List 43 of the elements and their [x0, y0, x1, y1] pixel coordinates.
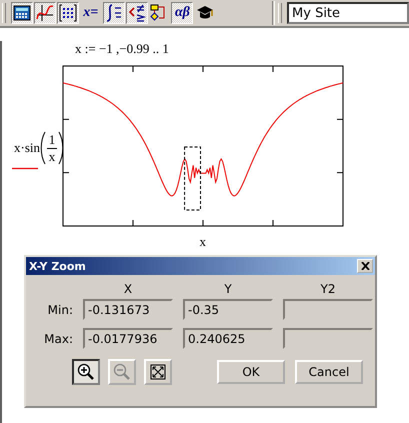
graduation-cap-icon — [196, 5, 214, 21]
range-definition: x := −1 ,−0.99 .. 1 — [75, 41, 170, 57]
zoom-in-icon — [77, 363, 95, 381]
x-axis-label: x — [200, 235, 206, 249]
legend-line-icon — [12, 167, 38, 170]
site-field[interactable]: My Site — [287, 2, 409, 24]
value-field[interactable]: -0.35 — [183, 299, 273, 320]
row-label: Max: — [43, 332, 73, 346]
boolean-toolbar-button[interactable] — [126, 2, 148, 24]
cancel-button[interactable]: Cancel — [295, 360, 363, 384]
column-header: X — [122, 283, 134, 295]
calculus-toolbar-button[interactable] — [102, 2, 125, 24]
zoom-in-button[interactable] — [72, 359, 100, 385]
fit-view-icon — [150, 364, 166, 380]
column-header: Y — [223, 283, 233, 295]
right-parenthesis-icon — [58, 131, 64, 165]
fraction-denominator: x — [48, 150, 56, 164]
ok-button[interactable]: OK — [217, 360, 285, 384]
trace-expression: x·sin — [14, 141, 40, 155]
close-button[interactable] — [357, 259, 373, 273]
zoom-out-icon — [113, 363, 131, 381]
comparison-icon — [128, 4, 146, 22]
value-field[interactable]: -0.131673 — [83, 299, 173, 320]
left-parenthesis-icon — [40, 131, 46, 165]
value-field[interactable]: 0.240625 — [183, 328, 273, 349]
value-field[interactable] — [283, 328, 373, 349]
full-view-button[interactable] — [144, 359, 172, 385]
value-field[interactable]: -0.0177936 — [83, 328, 173, 349]
dialog-title: X-Y Zoom — [29, 260, 86, 272]
row-label: Min: — [46, 302, 73, 316]
zoom-selection[interactable] — [184, 146, 201, 210]
value-field[interactable] — [283, 299, 373, 320]
calculator-toolbar-button[interactable] — [10, 2, 33, 24]
graph-icon — [36, 4, 54, 22]
integral-icon — [104, 4, 123, 22]
matrix-icon — [58, 4, 77, 22]
matrix-toolbar-button[interactable] — [56, 2, 79, 24]
fraction-numerator: 1 — [48, 132, 56, 146]
calculator-icon — [12, 5, 31, 21]
greek-toolbar-button[interactable]: αβ — [171, 2, 194, 24]
column-header: Y2 — [320, 283, 336, 295]
close-icon — [360, 262, 370, 270]
graph-toolbar-button[interactable] — [34, 2, 56, 24]
